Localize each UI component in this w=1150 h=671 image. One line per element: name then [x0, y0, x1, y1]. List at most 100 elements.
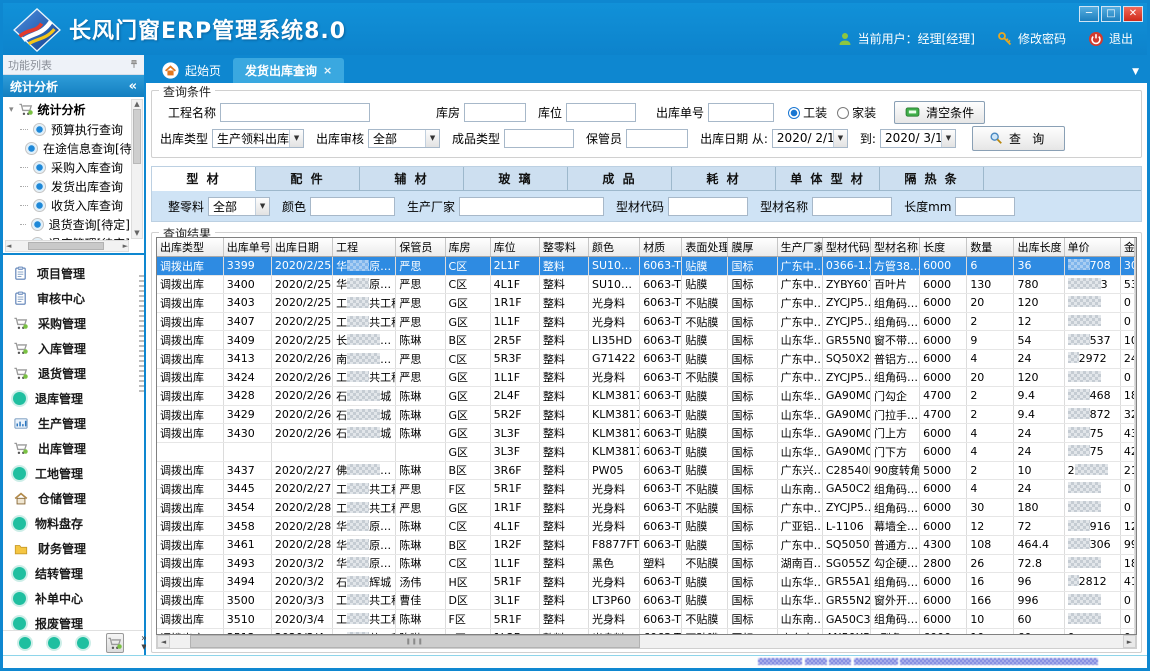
table-row[interactable]: 调拨出库33992020/2/25华原…严思C区2L1F整料SU10…6063-… — [157, 257, 1135, 276]
table-row[interactable]: 调拨出库34002020/2/25华原…严思C区4L1F整料SU10…6063-… — [157, 275, 1135, 294]
column-header-型材代码[interactable]: 型材代码 — [822, 238, 870, 257]
column-header-型材名称[interactable]: 型材名称 — [870, 238, 919, 257]
sidebar-item-工地管理[interactable]: 工地管理 — [13, 461, 144, 486]
order-no-input[interactable] — [708, 103, 774, 122]
filter-input-生产厂家[interactable] — [459, 197, 604, 216]
column-header-出库日期[interactable]: 出库日期 — [271, 238, 332, 257]
column-header-膜厚[interactable]: 膜厚 — [728, 238, 777, 257]
table-row[interactable]: 调拨出库34132020/2/26南…严思C区5R3F整料G714226063-… — [157, 349, 1135, 368]
location-input[interactable] — [566, 103, 636, 122]
sidebar-item-退货管理[interactable]: 退货管理 — [13, 361, 144, 386]
column-header-数量[interactable]: 数量 — [967, 238, 1014, 257]
sidebar-item-仓储管理[interactable]: 仓储管理 — [13, 486, 144, 511]
table-row[interactable]: 调拨出库34542020/2/28工共工程严思G区1R1F整料光身料6063-T… — [157, 498, 1135, 517]
material-tab-型材[interactable]: 型 材 — [152, 167, 256, 191]
table-row[interactable]: 调拨出库35102020/3/4工共工程陈琳F区5R1F整料光身料6063-T5… — [157, 610, 1135, 629]
table-row[interactable]: 调拨出库34242020/2/26工共工程严思G区1L1F整料光身料6063-T… — [157, 368, 1135, 387]
filter-input-型材代码[interactable] — [668, 197, 748, 216]
sidebar-item-出库管理[interactable]: 出库管理 — [13, 436, 144, 461]
filter-select-整零料[interactable]: 全部▼ — [208, 197, 270, 216]
maximize-button[interactable]: □ — [1101, 6, 1121, 22]
tree-horizontal-scrollbar[interactable]: ◄► — [5, 240, 129, 252]
minimize-button[interactable]: ─ — [1079, 6, 1099, 22]
column-header-长度[interactable]: 长度 — [920, 238, 967, 257]
column-header-出库单号[interactable]: 出库单号 — [223, 238, 271, 257]
tab-close-icon[interactable]: × — [323, 64, 332, 77]
scroll-up-icon[interactable]: ▲ — [1136, 238, 1137, 251]
project-name-input[interactable] — [220, 103, 370, 122]
table-row[interactable]: 调拨出库34302020/2/26石城陈琳G区3L3F整料KLM38176063… — [157, 424, 1135, 443]
sidebar-scrollbar[interactable] — [139, 275, 144, 395]
sidebar-item-报废管理[interactable]: 报废管理 — [13, 611, 144, 630]
table-row[interactable]: 调拨出库34032020/2/25工共工程严思G区1R1F整料光身料6063-T… — [157, 294, 1135, 313]
date-to-picker[interactable]: 2020/ 3/16▼ — [880, 129, 956, 148]
clear-conditions-button[interactable]: 清空条件 — [894, 101, 985, 124]
table-row[interactable]: 调拨出库34072020/2/25工共工程严思G区1L1F整料光身料6063-T… — [157, 312, 1135, 331]
warehouse-input[interactable] — [464, 103, 526, 122]
radio-工装[interactable] — [788, 107, 800, 119]
material-tab-配件[interactable]: 配 件 — [256, 167, 360, 190]
column-header-表面处理[interactable]: 表面处理 — [682, 238, 728, 257]
column-header-库位[interactable]: 库位 — [490, 238, 539, 257]
sidebar-item-物料盘存[interactable]: 物料盘存 — [13, 511, 144, 536]
sidebar-item-结转管理[interactable]: 结转管理 — [13, 561, 144, 586]
scroll-down-icon[interactable]: ▼ — [1136, 621, 1137, 634]
tree-item-收货入库查询[interactable]: 收货入库查询 — [20, 196, 130, 215]
change-password-button[interactable]: 修改密码 — [997, 30, 1066, 47]
table-row[interactable]: 调拨出库34932020/3/2华原…陈琳C区1L1F整料黑色塑料不贴膜国标湖南… — [157, 554, 1135, 573]
material-tab-玻璃[interactable]: 玻 璃 — [464, 167, 568, 190]
radio-家装[interactable] — [837, 107, 849, 119]
pin-icon[interactable] — [129, 59, 139, 70]
table-row[interactable]: 调拨出库34612020/2/28华原…陈琳B区1R2F整料F8877FT606… — [157, 535, 1135, 554]
column-header-库房[interactable]: 库房 — [445, 238, 490, 257]
table-row[interactable]: 调拨出库34582020/2/28华原…陈琳C区4L1F整料光身料6063-T5… — [157, 517, 1135, 536]
tree-item-预算执行查询[interactable]: 预算执行查询 — [20, 120, 130, 139]
material-tab-隔热条[interactable]: 隔 热 条 — [880, 167, 984, 190]
table-row[interactable]: 调拨出库35122020/3/4工共工程陈琳F区1L2F整料光身料6063-T5… — [157, 628, 1135, 635]
table-row[interactable]: 调拨出库35002020/3/3工共工程曹佳D区3L1F整料LT3P606063… — [157, 591, 1135, 610]
tree-vertical-scrollbar[interactable]: ▲▼ — [131, 99, 143, 239]
table-row[interactable]: 调拨出库34942020/3/2石辉城汤伟H区5R1F整料光身料6063-T5贴… — [157, 573, 1135, 592]
sidebar-item-入库管理[interactable]: 入库管理 — [13, 336, 144, 361]
audit-select[interactable]: 全部▼ — [368, 129, 440, 148]
column-header-出库长度[interactable]: 出库长度 — [1014, 238, 1064, 257]
column-header-颜色[interactable]: 颜色 — [589, 238, 640, 257]
column-header-单价[interactable]: 单价 — [1064, 238, 1120, 257]
scroll-right-icon[interactable]: ► — [1123, 635, 1136, 648]
tab-发货出库查询[interactable]: 发货出库查询× — [233, 58, 344, 83]
column-header-生产厂家[interactable]: 生产厂家 — [777, 238, 822, 257]
column-header-保管员[interactable]: 保管员 — [396, 238, 445, 257]
filter-input-型材名称[interactable] — [812, 197, 892, 216]
out-type-select[interactable]: 生产领料出库▼ — [212, 129, 304, 148]
tree-item-采购入库查询[interactable]: 采购入库查询 — [20, 158, 130, 177]
search-button[interactable]: 查 询 — [972, 126, 1065, 151]
column-header-整零料[interactable]: 整零料 — [539, 238, 588, 257]
table-row[interactable]: 调拨出库34282020/2/26石城陈琳G区2L4F整料KLM38176063… — [157, 387, 1135, 406]
sidebar-item-审核中心[interactable]: 审核中心 — [13, 286, 144, 311]
sidebar-item-项目管理[interactable]: 项目管理 — [13, 261, 144, 286]
tree-item-退货查询[待定][interactable]: 退货查询[待定] — [20, 215, 130, 234]
table-row[interactable]: 调拨出库34092020/2/25长…陈琳B区2R5F整料LI35HD6063-… — [157, 331, 1135, 350]
table-row[interactable]: 调拨出库34452020/2/27工共工程严思F区5R1F整料光身料6063-T… — [157, 480, 1135, 499]
material-tab-辅材[interactable]: 辅 材 — [360, 167, 464, 190]
close-button[interactable]: ✕ — [1123, 6, 1143, 22]
material-tab-成品[interactable]: 成 品 — [568, 167, 672, 190]
tree-root-node[interactable]: ▾ 统计分析 — [7, 100, 130, 120]
column-header-材质[interactable]: 材质 — [640, 238, 682, 257]
material-tab-耗材[interactable]: 耗 材 — [672, 167, 776, 190]
filter-input-颜色[interactable] — [310, 197, 395, 216]
tree-expander-icon[interactable]: ▾ — [9, 105, 14, 115]
collapse-panel-button[interactable]: « — [129, 79, 137, 94]
sidebar-cart-button[interactable] — [106, 633, 124, 653]
material-tab-单体型材[interactable]: 单 体 型 材 — [776, 167, 880, 190]
keeper-input[interactable] — [626, 129, 688, 148]
sidebar-item-采购管理[interactable]: 采购管理 — [13, 311, 144, 336]
tab-起始页[interactable]: 起始页 — [150, 58, 233, 83]
table-vertical-scrollbar[interactable]: ▲ ▼ — [1135, 238, 1137, 634]
filter-input-长度mm[interactable] — [955, 197, 1015, 216]
column-header-工程[interactable]: 工程 — [333, 238, 396, 257]
sidebar-item-生产管理[interactable]: 生产管理 — [13, 411, 144, 436]
tab-list-dropdown-icon[interactable]: ▼ — [1132, 67, 1139, 77]
sidebar-item-财务管理[interactable]: 财务管理 — [13, 536, 144, 561]
column-header-金[interactable]: 金 — [1120, 238, 1134, 257]
